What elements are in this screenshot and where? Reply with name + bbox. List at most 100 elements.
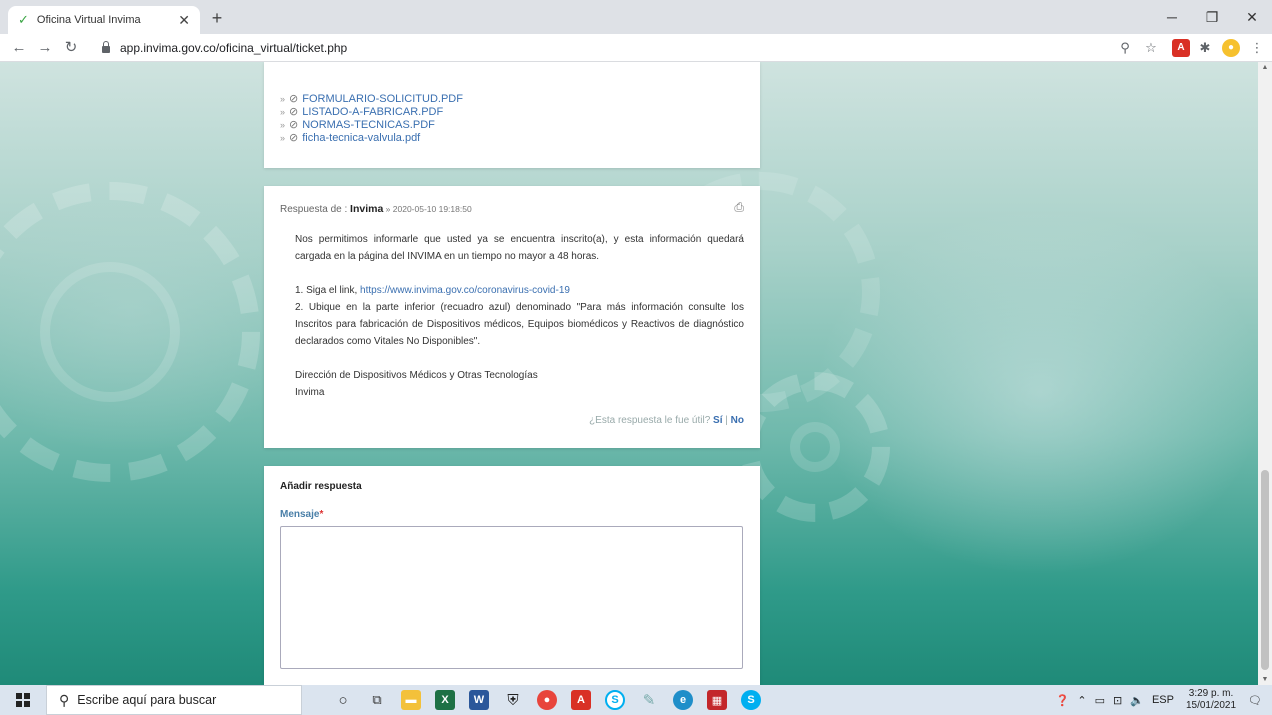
attachment-link[interactable]: NORMAS-TECNICAS.PDF [302,119,435,131]
signature-department: Dirección de Dispositivos Médicos y Otra… [295,370,538,381]
reply-card: Añadir respuesta Mensaje* [264,466,760,685]
volume-icon[interactable]: 🔈 [1130,694,1144,707]
required-mark: * [319,509,324,520]
clock-date: 15/01/2021 [1185,700,1237,711]
new-tab-button[interactable]: + [206,7,228,29]
bullet-icon: » [280,132,286,143]
response-step-2: 2. Ubique en la parte inferior (recuadro… [295,302,744,347]
background-gear-hub-icon [40,262,180,402]
response-paragraph: Nos permitimos informarle que usted ya s… [295,234,744,262]
feedback-separator: | [722,415,731,426]
zoom-icon[interactable]: ⚲ [1116,39,1134,57]
task-view-icon[interactable]: ⧉ [360,685,394,715]
pdf-extension-icon[interactable]: A [1172,39,1190,57]
taskbar-search[interactable]: ⚲ Escribe aquí para buscar [46,685,302,715]
feedback-no-link[interactable]: No [731,415,744,426]
excel-icon[interactable]: X [428,685,462,715]
profile-avatar-icon[interactable]: ● [1222,39,1240,57]
extensions-puzzle-icon[interactable]: ✱ [1196,39,1214,57]
url-text: app.invima.gov.co/oficina_virtual/ticket… [120,41,348,55]
attachment-item: » ⊘ LISTADO-A-FABRICAR.PDF [280,105,760,119]
browser-tab[interactable]: ✓ Oficina Virtual Invima ✕ [8,6,200,34]
skype-blue-icon[interactable]: S [734,685,768,715]
close-window-button[interactable]: ✕ [1232,4,1272,30]
signature-org: Invima [295,387,325,398]
cortana-icon[interactable]: ○ [326,685,360,715]
message-label-text: Mensaje [280,509,320,520]
search-icon: ⚲ [59,691,70,708]
feedback-row: ¿Esta respuesta le fue útil? Sí | No [589,415,744,426]
skype-icon[interactable]: S [598,685,632,715]
language-indicator[interactable]: ESP [1152,694,1174,706]
paperclip-icon: ⊘ [289,132,299,144]
battery-icon[interactable]: ▭ [1095,694,1105,707]
attachment-link[interactable]: ficha-tecnica-valvula.pdf [302,132,420,144]
covid-link[interactable]: https://www.invima.gov.co/coronavirus-co… [360,285,570,296]
forward-button[interactable]: → [34,37,56,59]
tab-title: Oficina Virtual Invima [36,14,141,26]
attachment-link[interactable]: FORMULARIO-SOLICITUD.PDF [302,93,463,105]
page-viewport: » ⊘ FORMULARIO-SOLICITUD.PDF » ⊘ LISTADO… [0,62,1272,685]
response-prefix: Respuesta de : [280,204,351,215]
browser-menu-icon[interactable]: ⋮ [1248,39,1266,57]
notifications-icon[interactable]: 🗨 [1248,694,1262,707]
omnibox[interactable]: app.invima.gov.co/oficina_virtual/ticket… [102,38,1102,58]
network-icon[interactable]: ⊡ [1113,694,1122,707]
search-placeholder: Escribe aquí para buscar [77,693,217,707]
help-icon[interactable]: ❓ [1056,694,1070,707]
response-body: Nos permitimos informarle que usted ya s… [280,217,744,401]
paperclip-icon: ⊘ [289,93,299,105]
bookmark-star-icon[interactable]: ☆ [1142,39,1160,57]
windows-logo-icon [16,693,30,707]
response-card: Respuesta de : Invima » 2020-05-10 19:18… [264,186,760,448]
clock[interactable]: 3:29 p. m. 15/01/2021 [1186,688,1236,712]
show-hidden-icons-chevron-icon[interactable]: ⌃ [1077,694,1086,707]
attachment-link[interactable]: LISTADO-A-FABRICAR.PDF [302,106,443,118]
feedback-yes-link[interactable]: Sí [713,415,722,426]
chrome-icon[interactable]: ● [530,685,564,715]
tab-close-icon[interactable]: ✕ [178,12,190,29]
step1-text: 1. Siga el link, [295,285,361,296]
paperclip-icon: ⊘ [289,106,299,118]
attachment-item: » ⊘ NORMAS-TECNICAS.PDF [280,118,760,132]
page-scrollbar[interactable]: ▲ ▼ [1258,62,1272,685]
attachments-card: » ⊘ FORMULARIO-SOLICITUD.PDF » ⊘ LISTADO… [264,62,760,168]
message-textarea[interactable] [280,526,743,669]
background-gear-hub-icon [790,422,840,472]
browser-tab-bar: ✓ Oficina Virtual Invima ✕ + ─ ❐ ✕ [0,0,1272,34]
response-separator: » [383,204,393,214]
attachment-item: » ⊘ ficha-tecnica-valvula.pdf [280,131,760,145]
security-shield-icon[interactable]: ⛨ [496,685,530,715]
invima-favicon-icon: ✓ [18,12,29,27]
bullet-icon: » [280,119,286,130]
reply-title: Añadir respuesta [280,481,362,492]
taskbar-apps: ○ ⧉ ▬ X W ⛨ ● A S ✎ e ▦ S [326,685,768,715]
photo-app-icon[interactable]: ▦ [700,685,734,715]
windows-taskbar: ⚲ Escribe aquí para buscar ○ ⧉ ▬ X W ⛨ ●… [0,685,1272,715]
message-label: Mensaje* [280,509,744,520]
scroll-up-icon[interactable]: ▲ [1258,64,1272,71]
address-bar: ← → ↻ app.invima.gov.co/oficina_virtual/… [0,34,1272,62]
acrobat-icon[interactable]: A [564,685,598,715]
minimize-button[interactable]: ─ [1152,4,1192,30]
file-explorer-icon[interactable]: ▬ [394,685,428,715]
scrollbar-thumb[interactable] [1261,470,1269,670]
back-button[interactable]: ← [8,37,30,59]
feedback-question: ¿Esta respuesta le fue útil? [589,415,711,426]
response-header: Respuesta de : Invima » 2020-05-10 19:18… [280,200,744,217]
response-author: Invima [350,203,384,215]
clock-time: 3:29 p. m. [1188,688,1234,699]
reload-button[interactable]: ↻ [60,37,82,59]
lock-icon [102,41,110,53]
start-button[interactable] [0,685,46,715]
response-step-1: 1. Siga el link, https://www.invima.gov.… [295,282,744,299]
attachment-item: » ⊘ FORMULARIO-SOLICITUD.PDF [280,92,760,106]
paint-icon[interactable]: ✎ [632,685,666,715]
edge-icon[interactable]: e [666,685,700,715]
print-icon[interactable]: ⎙ [734,200,744,215]
bullet-icon: » [280,106,286,117]
word-icon[interactable]: W [462,685,496,715]
restore-button[interactable]: ❐ [1192,4,1232,30]
scroll-down-icon[interactable]: ▼ [1258,676,1272,683]
bullet-icon: » [280,93,286,104]
